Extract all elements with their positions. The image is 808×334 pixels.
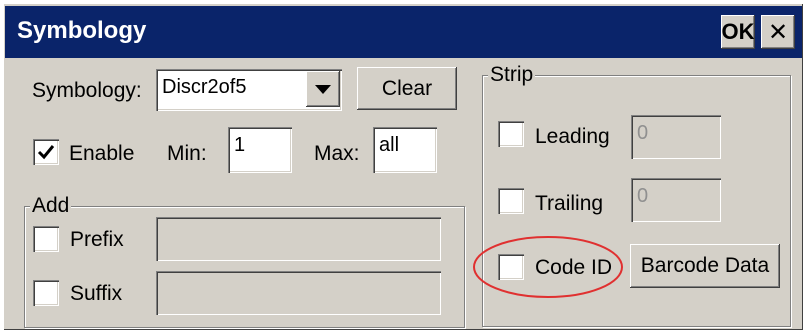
min-label: Min: <box>167 142 207 165</box>
leading-input[interactable]: 0 <box>631 115 721 159</box>
close-button[interactable]: ✕ <box>761 15 795 49</box>
min-input[interactable]: 1 <box>228 127 292 173</box>
enable-checkbox[interactable] <box>33 139 59 165</box>
leading-label: Leading <box>535 125 610 148</box>
title-bar: Symbology OK ✕ <box>5 6 802 58</box>
symbology-label: Symbology: <box>32 79 142 102</box>
symbology-dropdown[interactable]: Discr2of5 <box>156 69 342 111</box>
ok-button[interactable]: OK <box>721 15 755 49</box>
suffix-checkbox[interactable] <box>33 280 59 306</box>
enable-label: Enable <box>69 142 135 165</box>
close-icon: ✕ <box>767 18 789 46</box>
chevron-down-icon <box>315 85 331 94</box>
trailing-input[interactable]: 0 <box>631 178 721 222</box>
suffix-input[interactable] <box>156 271 441 315</box>
prefix-input[interactable] <box>156 217 441 261</box>
barcode-data-button[interactable]: Barcode Data <box>630 244 780 288</box>
check-icon <box>37 145 55 160</box>
max-label: Max: <box>314 142 360 165</box>
strip-group-title: Strip <box>488 63 536 87</box>
code-id-label: Code ID <box>535 256 613 279</box>
clear-button[interactable]: Clear <box>357 67 457 110</box>
add-group-title: Add <box>30 194 72 218</box>
max-input[interactable]: all <box>373 127 437 173</box>
symbology-value: Discr2of5 <box>162 76 247 98</box>
dropdown-button[interactable] <box>306 71 340 107</box>
trailing-label: Trailing <box>535 192 604 215</box>
suffix-label: Suffix <box>70 282 123 305</box>
window-title: Symbology <box>17 17 147 44</box>
code-id-checkbox[interactable] <box>498 254 524 280</box>
trailing-checkbox[interactable] <box>498 188 524 214</box>
prefix-checkbox[interactable] <box>33 226 59 252</box>
leading-checkbox[interactable] <box>498 121 524 147</box>
prefix-label: Prefix <box>70 228 124 251</box>
